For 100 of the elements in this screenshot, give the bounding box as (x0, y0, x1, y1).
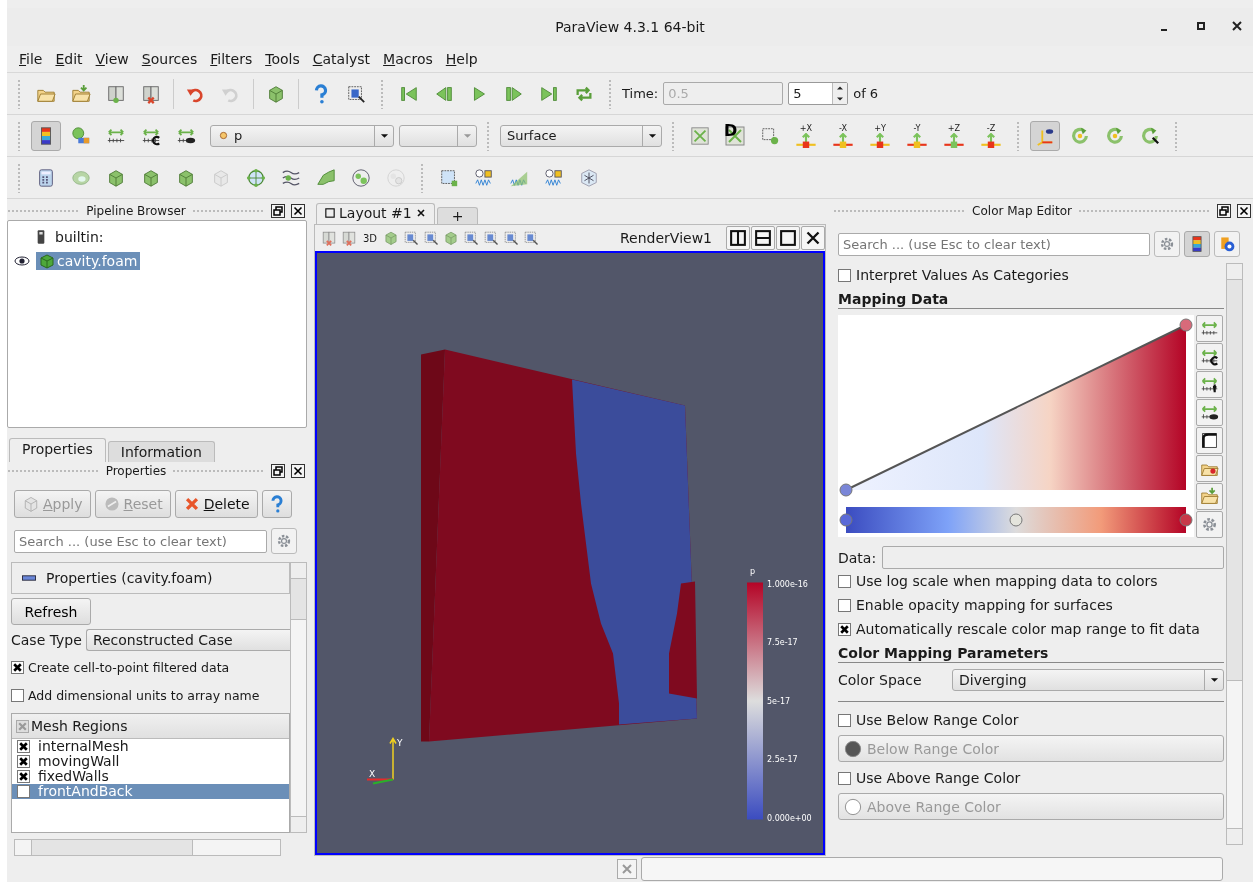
time-count: of 6 (853, 86, 879, 101)
scrollbar[interactable] (290, 562, 307, 833)
scrollbar[interactable] (14, 839, 281, 856)
rescale-time-icon[interactable] (1196, 371, 1223, 398)
cube-icon (22, 495, 40, 513)
panel-title: Pipeline Browser (86, 204, 186, 218)
axis-arrows-icon (794, 133, 818, 148)
cube-icon[interactable] (443, 230, 460, 246)
select-icon[interactable] (503, 230, 520, 246)
cube-icon (39, 253, 55, 269)
tab[interactable]: Properties (9, 438, 106, 462)
edit-color-icon[interactable] (1214, 231, 1240, 257)
checkbox-label: Enable opacity mapping for surfaces (856, 597, 1113, 613)
menu-item[interactable]: File (15, 51, 52, 67)
checkbox[interactable] (838, 574, 851, 588)
close-icon[interactable] (1231, 20, 1243, 32)
view-direction-button[interactable]: +X (790, 123, 822, 148)
checkbox[interactable] (17, 770, 30, 783)
up-arrow-icon[interactable] (835, 85, 846, 92)
list-row[interactable]: movingWall (12, 754, 289, 769)
menu-item[interactable]: Tools (261, 51, 309, 67)
checkbox[interactable] (16, 719, 29, 733)
menu-item[interactable]: Macros (379, 51, 442, 67)
window-icon (325, 208, 335, 218)
search-field[interactable]: Search ... (use Esc to clear text) (838, 232, 1150, 256)
array-dropdown[interactable]: p (210, 124, 394, 147)
view-direction-button[interactable]: -X (827, 123, 859, 148)
color-legend-icon[interactable] (31, 120, 61, 151)
checkbox-label: Use log scale when mapping data to colors (856, 573, 1158, 589)
menu-item[interactable]: Filters (206, 51, 262, 67)
menu-item[interactable]: Sources (137, 51, 207, 67)
transfer-function-drawing[interactable] (838, 315, 1194, 537)
select-icon[interactable] (523, 230, 540, 246)
refresh-button[interactable]: Refresh (11, 598, 91, 625)
eye-icon[interactable] (14, 256, 30, 266)
tab[interactable]: Information (107, 441, 215, 462)
menu-item[interactable]: View (91, 51, 138, 67)
view-title: RenderView1 (620, 230, 712, 246)
view-direction-button[interactable]: -Y (901, 123, 933, 148)
help-button[interactable] (261, 490, 292, 518)
rescale-custom-icon[interactable] (1196, 343, 1223, 370)
reset-camera-closest-button[interactable]: D (720, 120, 750, 151)
checkbox[interactable] (17, 755, 30, 768)
checkbox[interactable] (838, 622, 851, 636)
undock-icon[interactable] (271, 204, 285, 218)
legend-label: 2.5e-17 (767, 755, 798, 764)
representation-dropdown[interactable]: Surface (500, 124, 662, 147)
list-row[interactable]: fixedWalls (12, 769, 289, 784)
toolbar-button[interactable]: Delete (174, 490, 258, 518)
close-icon[interactable] (291, 204, 305, 218)
undock-icon[interactable] (1217, 204, 1231, 218)
menu-item[interactable]: Catalyst (308, 51, 380, 67)
select-icon[interactable] (483, 230, 500, 246)
split-horizontal-icon[interactable] (726, 226, 750, 250)
checkbox[interactable] (838, 598, 851, 612)
checkbox-label: Use Below Range Color (856, 712, 1019, 728)
maximize-icon[interactable] (776, 226, 800, 250)
rescale-visible-icon[interactable] (1196, 399, 1223, 426)
settings-icon[interactable] (1196, 511, 1223, 538)
center-axes-icon[interactable] (1030, 120, 1060, 151)
split-vertical-icon[interactable] (751, 226, 775, 250)
color-space-dropdown[interactable]: Diverging (952, 669, 1224, 691)
select-icon[interactable] (463, 230, 480, 246)
case-type-dropdown[interactable]: Reconstructed Case (85, 629, 290, 651)
favorite-folder-icon[interactable] (1196, 455, 1223, 482)
axis-arrows-icon (942, 133, 966, 148)
list-row[interactable]: internalMesh (12, 739, 289, 754)
scrollbar[interactable] (1226, 263, 1243, 845)
data-field[interactable] (882, 546, 1224, 569)
checkbox[interactable] (17, 785, 30, 798)
menu-item[interactable]: Edit (51, 51, 92, 67)
view-direction-button[interactable]: -Z (975, 123, 1007, 148)
3d-toggle[interactable]: 3D (361, 232, 380, 244)
tab[interactable]: Layout #1 (316, 203, 435, 224)
settings-icon[interactable] (271, 528, 297, 554)
new-tab-button[interactable]: + (436, 207, 479, 224)
close-icon[interactable] (801, 226, 825, 250)
checkbox[interactable] (11, 688, 24, 702)
color-legend-icon[interactable] (1184, 231, 1210, 257)
view-direction-button[interactable]: +Z (938, 123, 970, 148)
curve-icon[interactable] (1196, 427, 1223, 454)
cube-icon[interactable] (383, 230, 400, 246)
render-view[interactable]: p 1.000e-16 7.5e-17 5e-17 2.5e-17 0.000e+00 Y X (315, 251, 825, 855)
close-icon[interactable] (291, 464, 305, 478)
select-icon[interactable] (403, 230, 420, 246)
select-icon[interactable] (423, 230, 440, 246)
maximize-icon[interactable] (1195, 20, 1207, 32)
section-header[interactable]: Properties (cavity.foam) (11, 562, 290, 594)
menu-item[interactable]: Help (441, 51, 487, 67)
close-icon[interactable] (415, 208, 426, 218)
component-dropdown[interactable] (399, 124, 477, 147)
checkbox[interactable] (838, 268, 851, 282)
checkbox[interactable] (11, 660, 24, 674)
search-field[interactable]: Search ... (use Esc to clear text) (14, 529, 267, 553)
view-direction-button[interactable]: +Y (864, 123, 896, 148)
close-icon[interactable] (1237, 204, 1251, 218)
undock-icon[interactable] (271, 464, 285, 478)
tree-item[interactable]: builtin: (52, 228, 107, 246)
checkbox[interactable] (17, 740, 30, 753)
settings-icon[interactable] (1154, 231, 1180, 257)
